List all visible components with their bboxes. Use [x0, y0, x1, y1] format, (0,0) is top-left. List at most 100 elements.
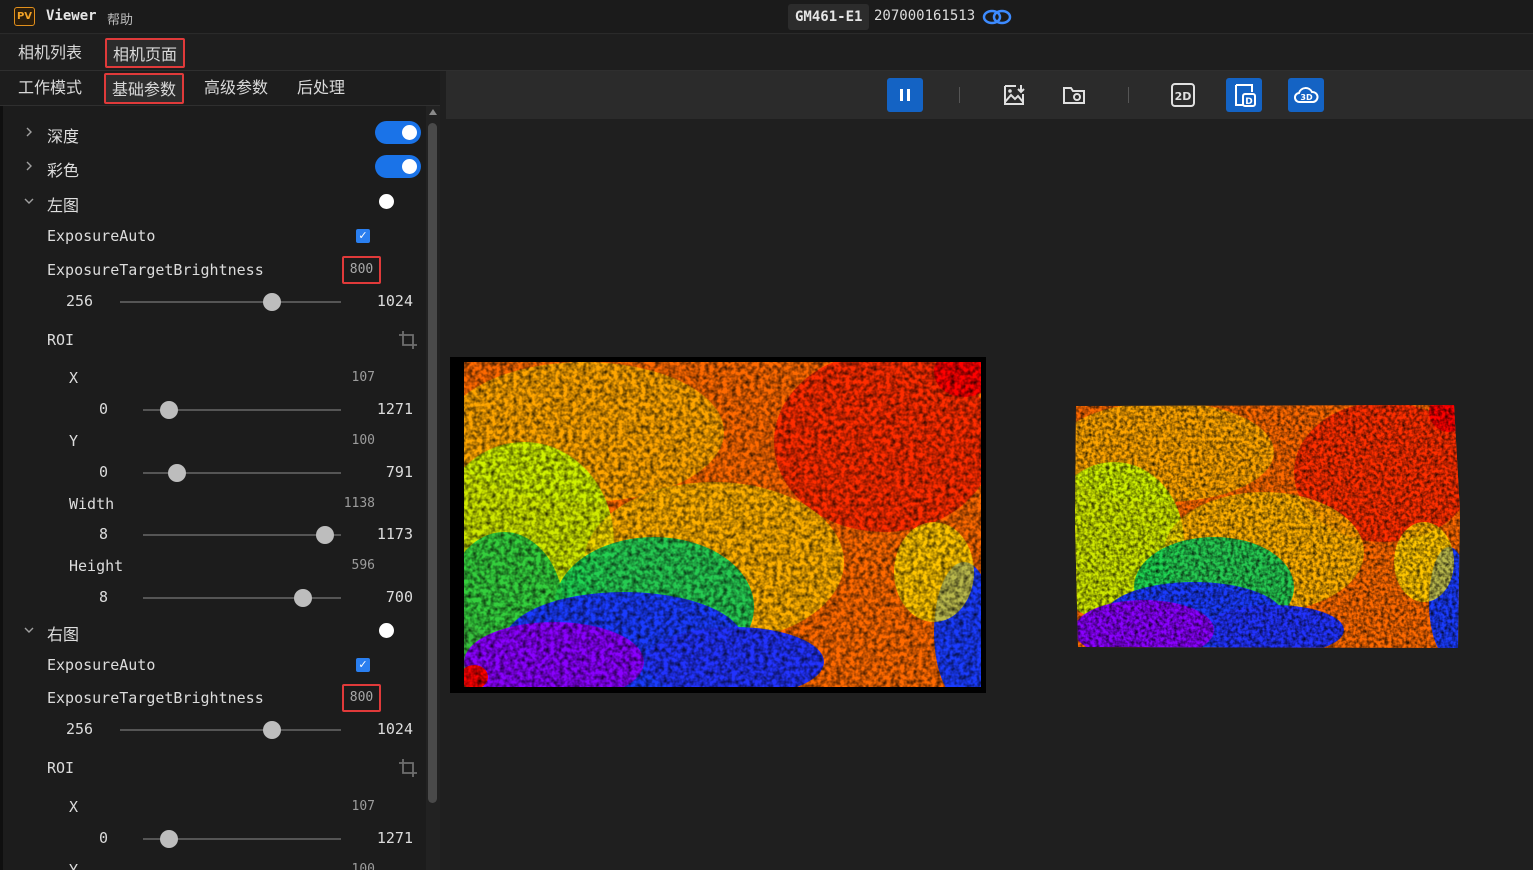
slider-min: 8: [99, 588, 109, 606]
tab-work-mode[interactable]: 工作模式: [12, 73, 88, 104]
left-exposure-slider: 256 1024: [3, 287, 426, 317]
view-depth-button[interactable]: D: [1226, 78, 1262, 112]
slider-max: 1024: [376, 720, 413, 738]
slider-track[interactable]: [143, 401, 341, 419]
slider-max: 1271: [376, 829, 413, 847]
depth-image-frame: [450, 357, 986, 693]
exposure-auto-label: ExposureAuto: [47, 227, 156, 245]
group-right-label: 右图: [47, 625, 80, 644]
roi-x-value[interactable]: 107: [352, 370, 375, 385]
slider-max: 1173: [376, 525, 413, 543]
left-roi-width-row: Width 1138: [3, 490, 426, 520]
slider-thumb[interactable]: [167, 464, 186, 482]
open-folder-button[interactable]: [1056, 78, 1092, 112]
left-exposure-auto-checkbox[interactable]: ✓: [356, 229, 370, 243]
left-roi-x-row: X 107: [3, 364, 426, 394]
right-exposure-target-value[interactable]: 800: [342, 684, 381, 712]
left-exposure-target-row: ExposureTargetBrightness 800: [3, 256, 426, 286]
right-roi-x-slider: 0 1271: [3, 824, 426, 854]
right-exposure-auto-checkbox[interactable]: ✓: [356, 658, 370, 672]
chevron-right-icon[interactable]: [23, 126, 35, 138]
slider-track[interactable]: [120, 721, 341, 739]
tab-camera-page[interactable]: 相机页面: [105, 38, 186, 68]
slider-track[interactable]: [120, 293, 341, 311]
roi-height-label: Height: [69, 557, 124, 575]
tab-basic-params[interactable]: 基础参数: [104, 73, 185, 104]
slider-track[interactable]: [143, 589, 341, 607]
group-left-image[interactable]: 左图: [3, 188, 426, 218]
left-image-toggle[interactable]: [375, 190, 421, 213]
roi-y-value[interactable]: 100: [352, 433, 375, 448]
slider-thumb[interactable]: [159, 401, 178, 419]
left-roi-height-slider: 8 700: [3, 583, 426, 613]
slider-min: 256: [66, 720, 94, 738]
left-roi-y-slider: 0 791: [3, 458, 426, 488]
crop-icon[interactable]: [397, 757, 419, 779]
toolbar-separator: [959, 87, 960, 103]
group-left-label: 左图: [47, 196, 80, 215]
exposure-target-label: ExposureTargetBrightness: [47, 689, 264, 707]
tab-camera-list[interactable]: 相机列表: [12, 38, 88, 68]
slider-thumb[interactable]: [316, 526, 335, 544]
group-right-image[interactable]: 右图: [3, 617, 426, 647]
roi-width-value[interactable]: 1138: [344, 496, 375, 511]
exposure-target-label: ExposureTargetBrightness: [47, 261, 264, 279]
menu-help[interactable]: 帮助: [107, 9, 133, 28]
toggle-knob: [379, 623, 394, 638]
page-tabs: 相机列表 相机页面: [0, 35, 1533, 71]
depth-view-label: D: [1245, 97, 1252, 107]
roi-y-value[interactable]: 100: [352, 862, 375, 870]
group-color[interactable]: 彩色: [3, 153, 426, 183]
left-roi-row: ROI: [3, 326, 426, 356]
crop-icon[interactable]: [397, 329, 419, 351]
title-bar: PV Viewer 帮助 GM461-E1 207000161513: [0, 0, 1533, 34]
right-roi-y-row: Y 100: [3, 856, 426, 870]
view-3d-button[interactable]: 3D: [1288, 78, 1324, 112]
tab-post-processing[interactable]: 后处理: [291, 73, 351, 104]
tab-advanced-params[interactable]: 高级参数: [198, 73, 274, 104]
depth-image-2d[interactable]: [464, 362, 981, 687]
save-image-button[interactable]: [996, 78, 1032, 112]
left-roi-height-row: Height 596: [3, 552, 426, 582]
color-toggle[interactable]: [375, 155, 421, 178]
link-icon[interactable]: [982, 8, 1012, 26]
2d-view-icon: 2D: [1171, 83, 1195, 107]
app-title: Viewer: [46, 8, 97, 24]
slider-max: 1271: [376, 400, 413, 418]
view-2d-button[interactable]: 2D: [1165, 78, 1201, 112]
panel-scrollbar[interactable]: [426, 106, 440, 870]
slider-min: 0: [99, 463, 109, 481]
left-exposure-target-value[interactable]: 800: [342, 256, 381, 284]
slider-min: 256: [66, 292, 94, 310]
slider-thumb[interactable]: [263, 721, 282, 739]
pause-button[interactable]: [887, 78, 923, 112]
app-logo-icon: PV: [14, 7, 35, 26]
exposure-auto-label: ExposureAuto: [47, 656, 156, 674]
roi-x-value[interactable]: 107: [352, 799, 375, 814]
group-depth[interactable]: 深度: [3, 119, 426, 149]
slider-max: 1024: [376, 292, 413, 310]
chevron-down-icon[interactable]: [23, 195, 35, 207]
slider-thumb[interactable]: [159, 830, 178, 848]
roi-y-label: Y: [69, 432, 79, 450]
point-cloud-3d[interactable]: [1074, 402, 1464, 649]
slider-thumb[interactable]: [263, 293, 282, 311]
scroll-up-arrow-icon[interactable]: [429, 109, 437, 115]
scrollbar-thumb[interactable]: [428, 123, 437, 803]
roi-x-label: X: [69, 369, 79, 387]
slider-track[interactable]: [143, 830, 341, 848]
roi-height-value[interactable]: 596: [352, 558, 375, 573]
chevron-down-icon[interactable]: [23, 624, 35, 636]
right-image-toggle[interactable]: [375, 619, 421, 642]
right-exposure-auto-row: ExposureAuto ✓: [3, 651, 426, 681]
3d-cloud-icon: 3D: [1293, 87, 1319, 103]
slider-track[interactable]: [143, 526, 341, 544]
pause-icon: [900, 89, 910, 101]
group-depth-label: 深度: [47, 127, 80, 146]
slider-thumb[interactable]: [294, 589, 313, 607]
chevron-right-icon[interactable]: [23, 160, 35, 172]
viewer-toolbar: 2D D 3D: [446, 71, 1533, 119]
slider-track[interactable]: [143, 464, 341, 482]
depth-toggle[interactable]: [375, 121, 421, 144]
right-exposure-target-row: ExposureTargetBrightness 800: [3, 684, 426, 714]
